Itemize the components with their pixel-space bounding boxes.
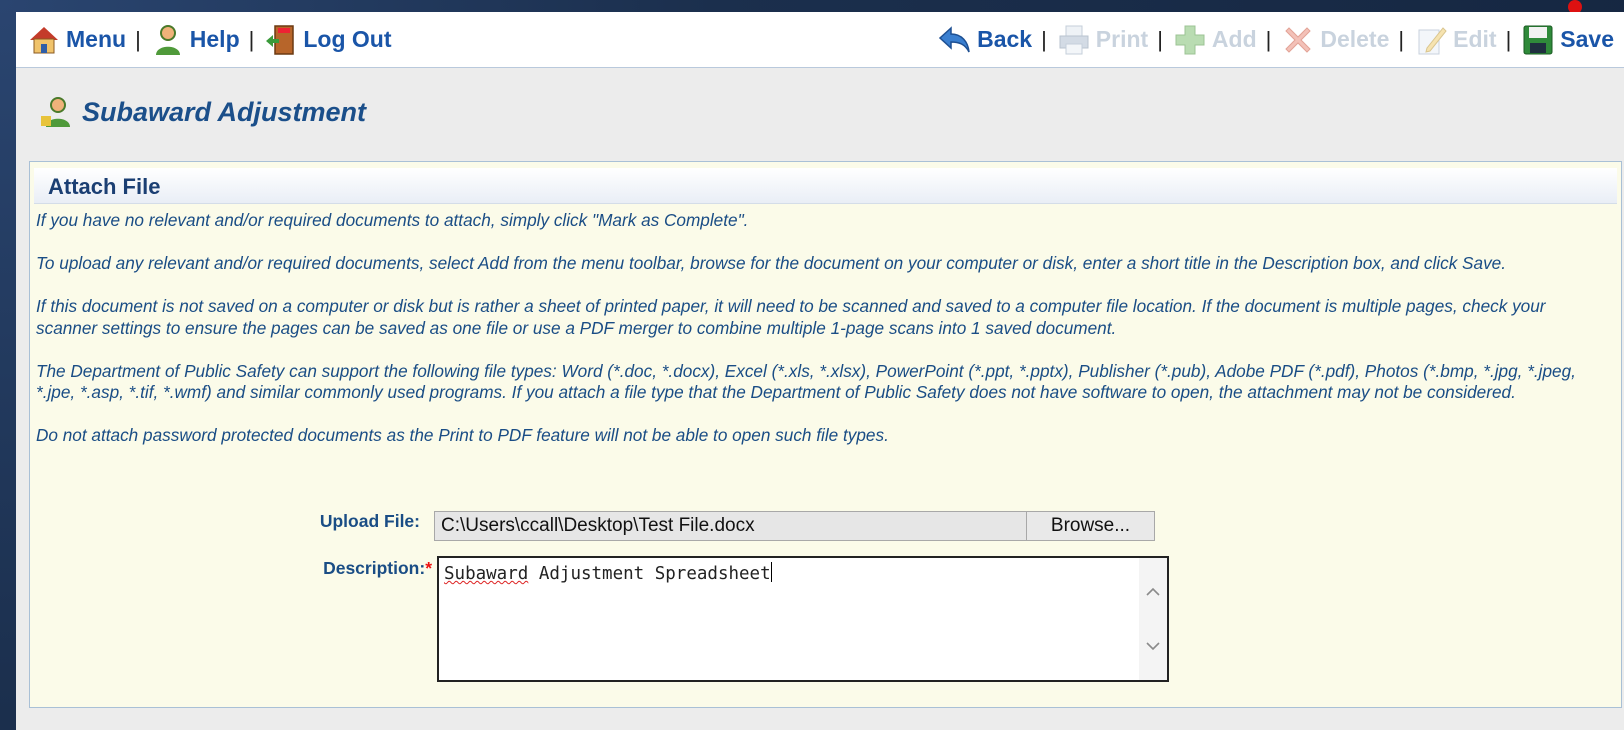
instruction-paragraph: If this document is not saved on a compu… [36,296,1546,338]
menu-label: Menu [66,26,127,52]
add-button[interactable]: Add [1172,22,1257,58]
app-window: Menu | Help | Log Out Back | Print | Add… [16,0,1624,730]
toolbar-separator: | [135,26,141,52]
print-button[interactable]: Print [1056,22,1148,58]
toolbar-separator: | [248,26,255,52]
description-textarea[interactable]: Subaward Adjustment Spreadsheet [437,556,1169,682]
add-label: Add [1211,26,1257,52]
instructions: If you have no relevant and/or required … [30,210,1621,447]
delete-label: Delete [1320,26,1390,52]
description-text: Subaward Adjustment Spreadsheet [444,562,772,584]
print-label: Print [1095,26,1149,52]
help-person-icon [150,22,186,58]
misspelled-word: Subaward [444,564,529,584]
floppy-save-icon [1520,22,1556,58]
instruction-paragraph: To upload any relevant and/or required d… [36,253,1507,273]
logout-label: Log Out [303,26,392,52]
instruction-paragraph: Do not attach password protected documen… [36,425,889,445]
toolbar-separator: | [1041,26,1047,52]
help-label: Help [189,26,240,52]
textarea-scrollbar[interactable] [1139,558,1167,680]
upload-file-input[interactable]: C:\Users\ccall\Desktop\Test File.docx [434,511,1028,541]
person-title-icon [38,94,74,130]
edit-pencil-icon [1413,22,1449,58]
instruction-paragraph: The Department of Public Safety can supp… [36,360,1576,403]
attach-file-panel: Attach File If you have no relevant and/… [29,161,1622,708]
edit-button[interactable]: Edit [1413,22,1497,58]
delete-button[interactable]: Delete [1280,22,1389,58]
instruction-paragraph: If you have no relevant and/or required … [36,210,749,230]
printer-icon [1056,22,1092,58]
help-button[interactable]: Help [150,22,240,58]
toolbar-separator: | [1505,26,1512,52]
edit-label: Edit [1453,26,1497,52]
browse-button[interactable]: Browse... [1026,511,1155,541]
save-button[interactable]: Save [1520,22,1614,58]
toolbar-right: Back | Print | Add | Delete | Edit | Sav… [937,22,1614,58]
description-label: Description: [323,558,426,578]
toolbar-separator: | [1157,26,1163,52]
x-delete-icon [1280,22,1316,58]
description-label-wrap: Description:* [260,558,432,579]
menu-button[interactable]: Menu [26,22,126,58]
toolbar-separator: | [1265,26,1272,52]
toolbar-left: Menu | Help | Log Out [26,22,391,58]
back-arrow-icon [937,22,973,58]
required-asterisk: * [425,558,432,578]
upload-file-label: Upload File: [319,511,420,531]
panel-heading: Attach File [34,168,1617,204]
toolbar: Menu | Help | Log Out Back | Print | Add… [16,12,1624,68]
chevron-up-icon[interactable] [1145,584,1161,600]
page-title-text: Subaward Adjustment [82,96,367,127]
plus-icon [1172,22,1208,58]
back-button[interactable]: Back [937,22,1032,58]
save-label: Save [1560,26,1614,52]
logout-button[interactable]: Log Out [263,22,391,58]
exit-door-icon [263,22,299,58]
chevron-down-icon[interactable] [1145,638,1161,654]
home-icon [26,22,62,58]
text-caret [770,562,772,582]
back-label: Back [977,26,1033,52]
description-rest: Adjustment Spreadsheet [528,564,771,584]
toolbar-separator: | [1398,26,1405,52]
page-title: Subaward Adjustment [38,94,366,130]
